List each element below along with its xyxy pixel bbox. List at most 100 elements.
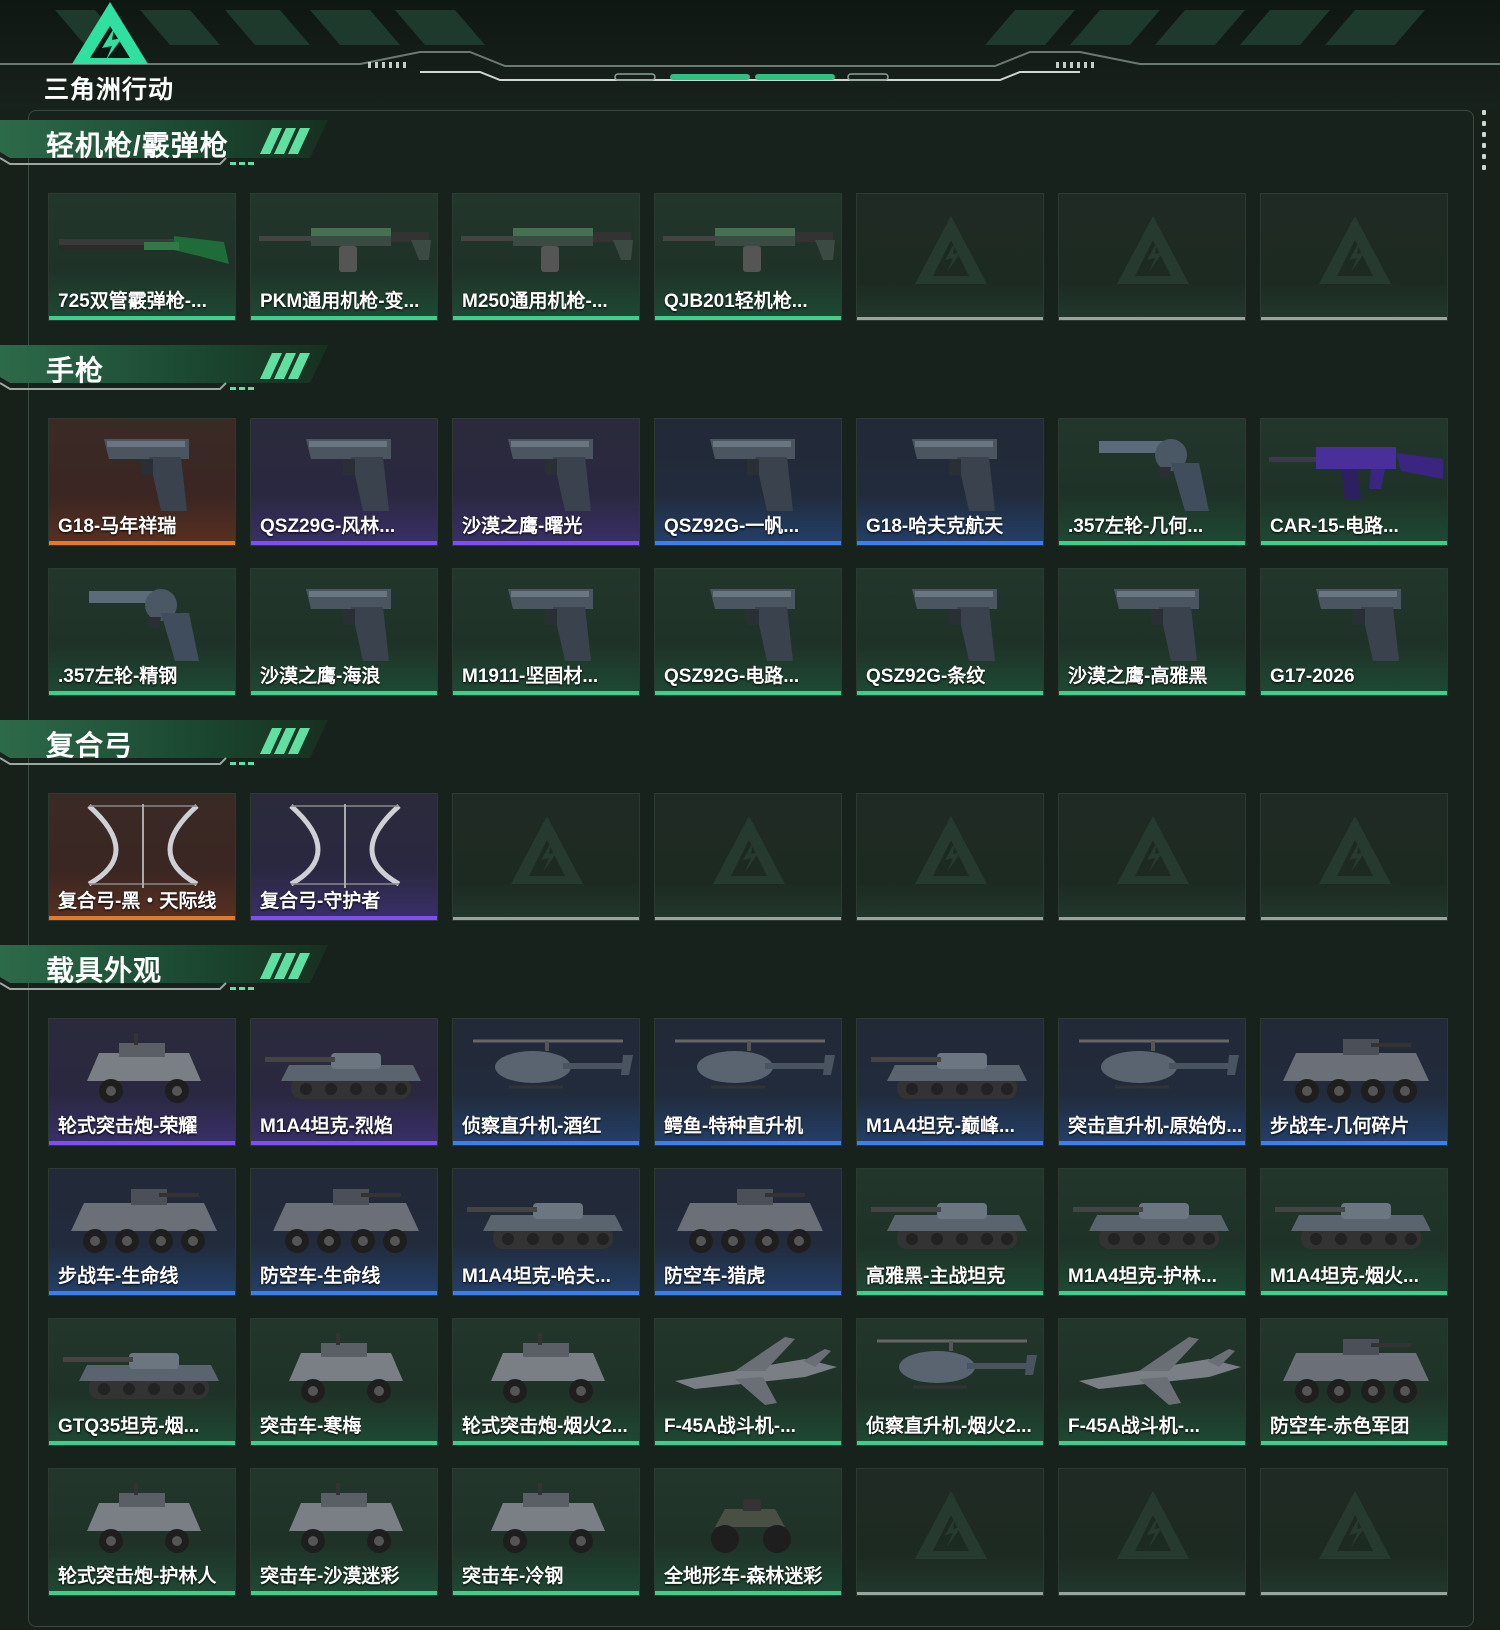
empty-skin-slot [452,793,640,921]
rarity-bar [1261,917,1447,920]
skin-card[interactable]: M1A4坦克-巅峰... [856,1018,1044,1146]
rarity-bar [857,317,1043,320]
atv-icon [711,1499,791,1553]
skin-name: M1A4坦克-巅峰... [866,1116,1015,1137]
pistol-icon [306,439,391,511]
skin-card[interactable]: 侦察直升机-烟火2... [856,1318,1044,1446]
rarity-bar [49,1291,235,1295]
skin-card[interactable]: 步战车-生命线 [48,1168,236,1296]
skin-card[interactable]: G17-2026 [1260,568,1448,696]
skin-card[interactable]: M1A4坦克-烟火... [1260,1168,1448,1296]
skin-card[interactable]: 步战车-几何碎片 [1260,1018,1448,1146]
skin-card[interactable]: 突击车-沙漠迷彩 [250,1468,438,1596]
pistol-icon [306,589,391,661]
armored-car-icon [289,1333,403,1403]
skin-card[interactable]: M1911-坚固材... [452,568,640,696]
section-title: 复合弓 [46,730,134,761]
rarity-bar [453,316,639,320]
skin-card[interactable]: 沙漠之鹰-曙光 [452,418,640,546]
rarity-bar [655,1441,841,1445]
apc-icon [677,1189,823,1253]
skin-card[interactable]: 复合弓-黑・天际线 [48,793,236,921]
skin-card[interactable]: CAR-15-电路... [1260,418,1448,546]
empty-skin-slot [856,1468,1044,1596]
rarity-bar [453,1291,639,1295]
pistol-icon [104,439,189,511]
skin-card[interactable]: QSZ29G-风林... [250,418,438,546]
skin-card[interactable]: 突击直升机-原始伪... [1058,1018,1246,1146]
skin-name: G18-哈夫克航天 [866,516,1004,537]
skin-card[interactable]: QSZ92G-条纹 [856,568,1044,696]
skin-name: .357左轮-精钢 [58,666,178,687]
skin-card[interactable]: 防空车-猎虎 [654,1168,842,1296]
skin-name: 突击直升机-原始伪... [1068,1116,1243,1137]
scrollbar[interactable] [1482,110,1488,180]
skin-name: .357左轮-几何... [1068,516,1204,537]
skin-name: G17-2026 [1270,666,1355,687]
rarity-bar [1261,317,1447,320]
skin-card[interactable]: 全地形车-森林迷彩 [654,1468,842,1596]
skin-card[interactable]: 沙漠之鹰-海浪 [250,568,438,696]
skin-card[interactable]: 轮式突击炮-护林人 [48,1468,236,1596]
rarity-bar [1261,541,1447,545]
skin-card[interactable]: 侦察直升机-酒红 [452,1018,640,1146]
skin-card[interactable]: 725双管霰弹枪-... [48,193,236,321]
skin-card[interactable]: 防空车-赤色军团 [1260,1318,1448,1446]
skin-card[interactable]: .357左轮-几何... [1058,418,1246,546]
skin-card[interactable]: M250通用机枪-... [452,193,640,321]
rarity-bar [453,1141,639,1145]
empty-skin-slot [856,193,1044,321]
skin-card[interactable]: .357左轮-精钢 [48,568,236,696]
skin-card[interactable]: 鳄鱼-特种直升机 [654,1018,842,1146]
rarity-bar [1261,1141,1447,1145]
placeholder-logo-icon [915,216,987,284]
rarity-bar [49,916,235,920]
skin-card[interactable]: M1A4坦克-护林... [1058,1168,1246,1296]
skin-card[interactable]: 突击车-冷钢 [452,1468,640,1596]
skin-card[interactable]: QSZ92G-电路... [654,568,842,696]
machine-gun-icon [663,228,835,272]
armored-car-icon [87,1483,201,1553]
skin-name: PKM通用机枪-变... [260,291,420,312]
rarity-bar [857,1441,1043,1445]
skin-name: M1A4坦克-烟火... [1270,1266,1419,1287]
section-title: 载具外观 [46,955,163,986]
skin-name: F-45A战斗机-... [664,1416,796,1437]
skin-card[interactable]: M1A4坦克-烈焰 [250,1018,438,1146]
skin-card[interactable]: 高雅黑-主战坦克 [856,1168,1044,1296]
skin-name: QJB201轻机枪... [664,291,808,312]
skin-name: M250通用机枪-... [462,291,608,312]
rarity-bar [453,1591,639,1595]
skin-card[interactable]: QSZ92G-一帆... [654,418,842,546]
skin-card[interactable]: F-45A战斗机-... [1058,1318,1246,1446]
skin-name: 轮式突击炮-护林人 [58,1566,217,1587]
skin-name: GTQ35坦克-烟... [58,1416,200,1437]
skin-card[interactable]: 复合弓-守护者 [250,793,438,921]
skin-card[interactable]: PKM通用机枪-变... [250,193,438,321]
skin-card[interactable]: F-45A战斗机-... [654,1318,842,1446]
rarity-bar [49,691,235,695]
rarity-bar [1059,1592,1245,1595]
skin-card[interactable]: G18-哈夫克航天 [856,418,1044,546]
rarity-bar [49,316,235,320]
top-header: 三角洲行动 [0,0,1500,110]
skin-card[interactable]: GTQ35坦克-烟... [48,1318,236,1446]
skin-card[interactable]: 轮式突击炮-烟火2... [452,1318,640,1446]
skin-card[interactable]: 轮式突击炮-荣耀 [48,1018,236,1146]
apc-icon [1283,1339,1429,1403]
skin-card[interactable]: QJB201轻机枪... [654,193,842,321]
revolver-icon [1099,439,1209,511]
skin-card[interactable]: M1A4坦克-哈夫... [452,1168,640,1296]
pistol-icon [1114,589,1199,661]
placeholder-logo-icon [1117,216,1189,284]
skin-card[interactable]: G18-马年祥瑞 [48,418,236,546]
skin-name: 侦察直升机-酒红 [462,1116,602,1137]
skin-card[interactable]: 沙漠之鹰-高雅黑 [1058,568,1246,696]
jet-icon [675,1337,837,1405]
rarity-bar [453,541,639,545]
skin-card[interactable]: 突击车-寒梅 [250,1318,438,1446]
skin-name: 防空车-猎虎 [664,1266,766,1287]
skin-card[interactable]: 防空车-生命线 [250,1168,438,1296]
rarity-bar [453,1441,639,1445]
rarity-bar [655,1141,841,1145]
